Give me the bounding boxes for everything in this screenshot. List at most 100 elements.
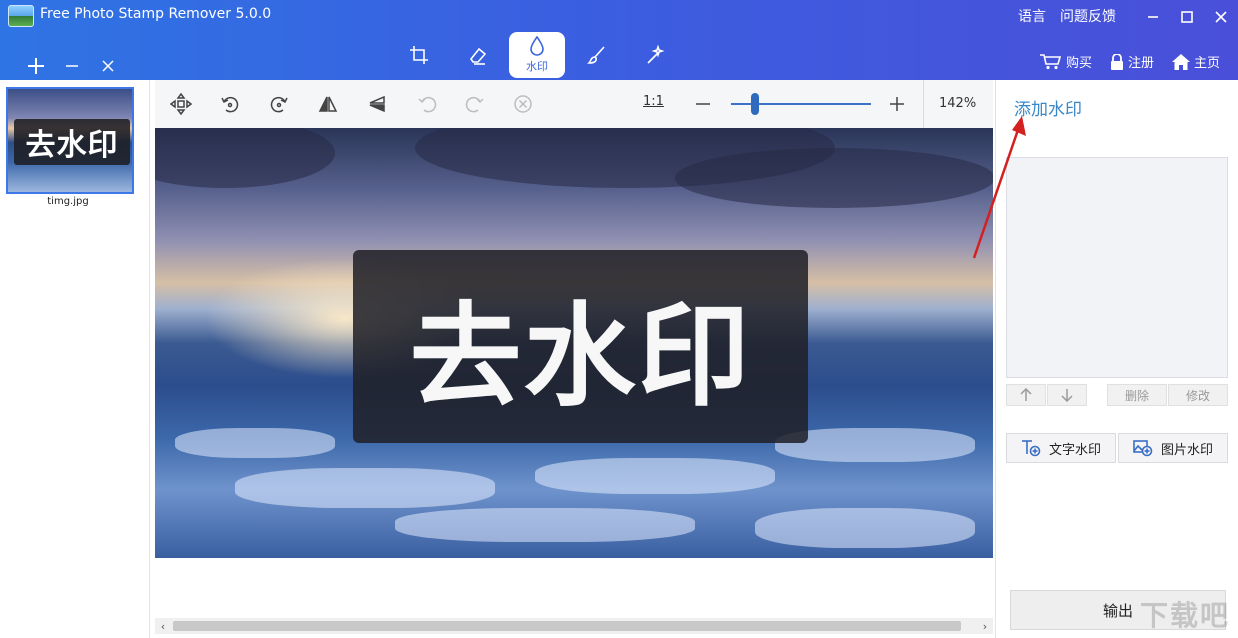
add-text-watermark-button[interactable]: 文字水印 <box>1006 433 1116 463</box>
site-watermark: 下载吧 <box>1139 599 1230 632</box>
image-canvas[interactable]: 去水印 <box>155 128 993 558</box>
magic-wand-icon <box>647 45 665 64</box>
register-button[interactable]: 注册 <box>1110 52 1154 71</box>
arrow-up-icon <box>1020 388 1032 401</box>
wave-foam <box>535 458 775 494</box>
plus-icon <box>890 97 904 111</box>
tab-magic[interactable] <box>629 32 681 78</box>
brush-icon <box>587 46 605 64</box>
zoom-value: 142% <box>939 96 977 111</box>
zoom-in-button[interactable] <box>885 92 909 116</box>
zoom-out-button[interactable] <box>691 92 715 116</box>
remove-file-button[interactable] <box>60 54 84 78</box>
tab-brush[interactable] <box>571 32 623 78</box>
flip-horizontal-button[interactable] <box>314 90 342 118</box>
panel-title: 添加水印 <box>1014 100 1082 120</box>
minus-icon <box>696 103 710 105</box>
rotate-right-button[interactable] <box>265 90 293 118</box>
editor-toolbar: 1:1 142% <box>155 80 993 128</box>
move-button[interactable] <box>167 90 195 118</box>
title-bar: Free Photo Stamp Remover 5.0.0 语言 问题反馈 水… <box>0 0 1238 80</box>
scroll-left-button[interactable]: ‹ <box>155 618 171 634</box>
flip-horizontal-icon <box>318 96 338 112</box>
add-file-button[interactable] <box>24 54 48 78</box>
rotate-left-button[interactable] <box>216 90 244 118</box>
delete-button[interactable]: 删除 <box>1107 384 1167 406</box>
add-image-watermark-button[interactable]: 图片水印 <box>1118 433 1228 463</box>
zoom-slider-handle[interactable] <box>750 93 759 115</box>
buy-label: 购买 <box>1065 56 1092 71</box>
undo-button[interactable] <box>413 90 441 118</box>
undo-icon <box>418 96 437 113</box>
thumbnail-watermark-text: 去水印 <box>14 119 130 165</box>
move-icon <box>170 93 192 115</box>
file-name: timg.jpg <box>47 196 89 207</box>
rotate-left-icon <box>221 96 239 113</box>
scrollbar-thumb[interactable] <box>173 621 961 631</box>
tab-crop[interactable] <box>393 32 445 78</box>
maximize-icon <box>1181 11 1193 23</box>
text-add-icon <box>1021 440 1041 457</box>
watermark-overlay[interactable]: 去水印 <box>353 250 808 443</box>
maximize-button[interactable] <box>1170 0 1204 34</box>
window-controls <box>1136 0 1238 34</box>
language-link[interactable]: 语言 <box>1018 6 1046 26</box>
toolbar-divider <box>923 80 924 128</box>
tab-eraser[interactable] <box>451 32 503 78</box>
buy-button[interactable]: 购买 <box>1039 52 1092 71</box>
wave-foam <box>175 428 335 458</box>
wave-foam <box>235 468 495 508</box>
redo-button[interactable] <box>461 90 489 118</box>
rotate-right-icon <box>270 96 288 113</box>
top-links: 语言 问题反馈 <box>1018 6 1116 26</box>
actual-size-button[interactable]: 1:1 <box>643 94 664 109</box>
mode-tabs: 水印 <box>393 32 681 78</box>
register-label: 注册 <box>1127 56 1154 71</box>
home-button[interactable]: 主页 <box>1171 52 1220 71</box>
arrow-down-icon <box>1061 389 1073 402</box>
horizontal-scrollbar[interactable]: ‹ › <box>155 618 993 634</box>
home-icon <box>1171 53 1190 70</box>
cloud-shape <box>675 148 993 208</box>
file-actions <box>24 54 120 78</box>
canvas-empty-area <box>155 558 993 616</box>
scroll-right-button[interactable]: › <box>977 618 993 634</box>
redo-icon <box>465 96 484 113</box>
water-drop-icon <box>530 36 544 56</box>
text-watermark-label: 文字水印 <box>1048 442 1101 458</box>
minus-icon <box>66 65 78 67</box>
app-logo <box>8 5 34 27</box>
clear-button[interactable] <box>509 90 537 118</box>
plus-icon <box>28 58 44 74</box>
file-thumbnail[interactable]: 去水印 <box>6 87 134 194</box>
cancel-circle-icon <box>514 95 532 113</box>
cart-icon <box>1039 53 1062 69</box>
lock-icon <box>1110 53 1123 70</box>
close-icon <box>102 60 114 72</box>
move-up-button[interactable] <box>1006 384 1046 406</box>
flip-vertical-icon <box>369 95 385 113</box>
watermark-panel: 添加水印 删除 修改 文字水印 图片水印 输出 <box>995 80 1238 638</box>
modify-button[interactable]: 修改 <box>1168 384 1228 406</box>
cloud-shape <box>155 128 335 188</box>
tab-watermark[interactable]: 水印 <box>509 32 565 78</box>
close-button[interactable] <box>1204 0 1238 34</box>
minimize-icon <box>1148 16 1158 18</box>
close-icon <box>1215 11 1227 23</box>
clear-files-button[interactable] <box>96 54 120 78</box>
app-title: Free Photo Stamp Remover 5.0.0 <box>40 6 272 22</box>
minimize-button[interactable] <box>1136 0 1170 34</box>
wave-foam <box>395 508 695 542</box>
flip-vertical-button[interactable] <box>363 90 391 118</box>
file-list-panel: 去水印 timg.jpg <box>0 80 150 638</box>
watermark-text: 去水印 <box>409 291 752 422</box>
header-actions: 购买 注册 主页 <box>1039 52 1220 71</box>
home-label: 主页 <box>1193 56 1220 71</box>
wave-foam <box>755 508 975 548</box>
move-down-button[interactable] <box>1047 384 1087 406</box>
feedback-link[interactable]: 问题反馈 <box>1060 6 1116 26</box>
watermark-list[interactable] <box>1006 157 1228 378</box>
crop-icon <box>410 46 428 64</box>
image-watermark-label: 图片水印 <box>1160 442 1213 458</box>
image-add-icon <box>1133 440 1153 457</box>
